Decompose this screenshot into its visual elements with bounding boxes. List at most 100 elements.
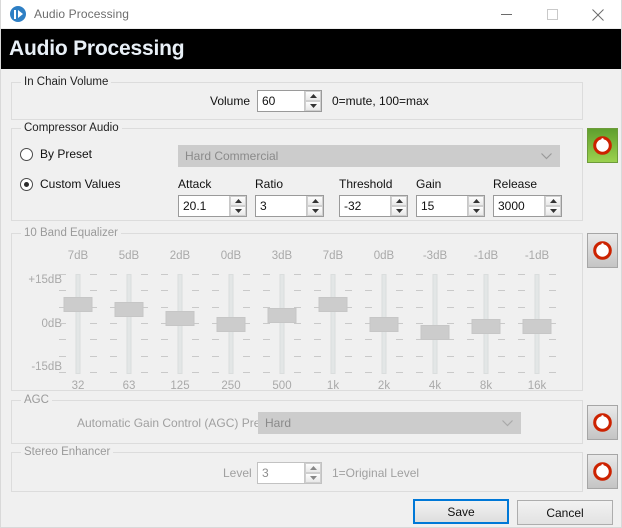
- cancel-button[interactable]: Cancel: [517, 500, 613, 525]
- equalizer-db-label-8k: -1dB: [473, 250, 499, 262]
- compressor-preset-value: Hard Commercial: [185, 149, 279, 163]
- volume-value[interactable]: 60: [258, 91, 304, 111]
- equalizer-slider-250[interactable]: [211, 274, 251, 374]
- equalizer-slider-thumb[interactable]: [216, 317, 246, 332]
- equalizer-slider-thumb[interactable]: [369, 317, 399, 332]
- by-preset-radio[interactable]: By Preset: [20, 147, 92, 161]
- equalizer-power-button[interactable]: [587, 233, 618, 268]
- equalizer-tick: [549, 372, 556, 373]
- close-icon[interactable]: [575, 0, 621, 29]
- volume-stepper[interactable]: 60: [257, 90, 322, 112]
- stereo-enhancer-power-button[interactable]: [587, 454, 618, 489]
- stereo-level-increment-icon[interactable]: [305, 463, 321, 473]
- equalizer-slider-63[interactable]: [109, 274, 149, 374]
- volume-increment-icon[interactable]: [305, 91, 321, 101]
- compressor-gain-value[interactable]: 15: [417, 196, 467, 216]
- equalizer-tick: [498, 274, 505, 275]
- equalizer-slider-thumb[interactable]: [267, 308, 297, 323]
- agc-power-button[interactable]: [587, 405, 618, 440]
- maximize-icon[interactable]: [529, 0, 575, 29]
- compressor-gain-stepper-arrows[interactable]: [467, 196, 484, 216]
- equalizer-tick: [212, 356, 219, 357]
- stereo-level-value[interactable]: 3: [258, 463, 304, 483]
- compressor-release-stepper[interactable]: 3000: [493, 195, 562, 217]
- compressor-attack-stepper-arrows[interactable]: [229, 196, 246, 216]
- compressor-preset-select[interactable]: Hard Commercial: [178, 145, 560, 167]
- equalizer-slider-thumb[interactable]: [165, 311, 195, 326]
- compressor-ratio-stepper-arrows[interactable]: [306, 196, 323, 216]
- equalizer-slider-2k[interactable]: [364, 274, 404, 374]
- equalizer-slider-track[interactable]: [279, 274, 285, 374]
- volume-stepper-arrows[interactable]: [304, 91, 321, 111]
- equalizer-freq-label-1k: 1k: [326, 380, 340, 392]
- equalizer-tick: [518, 339, 525, 340]
- compressor-gain-decrement-icon[interactable]: [468, 206, 484, 216]
- equalizer-slider-thumb[interactable]: [420, 325, 450, 340]
- minimize-icon[interactable]: [483, 0, 529, 29]
- equalizer-tick: [161, 356, 168, 357]
- compressor-release-decrement-icon[interactable]: [545, 206, 561, 216]
- compressor-release-value[interactable]: 3000: [494, 196, 544, 216]
- window-controls: [483, 0, 621, 29]
- compressor-ratio-increment-icon[interactable]: [307, 196, 323, 206]
- compressor-ratio-decrement-icon[interactable]: [307, 206, 323, 216]
- stereo-level-stepper[interactable]: 3: [257, 462, 322, 484]
- compressor-threshold-value[interactable]: -32: [340, 196, 390, 216]
- compressor-threshold-decrement-icon[interactable]: [391, 206, 407, 216]
- compressor-attack-value[interactable]: 20.1: [179, 196, 229, 216]
- equalizer-tick: [110, 274, 117, 275]
- equalizer-slider-thumb[interactable]: [471, 319, 501, 334]
- by-preset-radio-dot[interactable]: [20, 147, 33, 161]
- equalizer-slider-thumb[interactable]: [114, 302, 144, 317]
- equalizer-db-label-125: 2dB: [169, 250, 191, 262]
- equalizer-tick: [518, 274, 525, 275]
- equalizer-db-label-250: 0dB: [220, 250, 242, 262]
- equalizer-slider-track[interactable]: [432, 274, 438, 374]
- equalizer-tick: [498, 307, 505, 308]
- equalizer-slider-track[interactable]: [126, 274, 132, 374]
- compressor-ratio-stepper[interactable]: 3: [255, 195, 324, 217]
- save-button[interactable]: Save: [413, 499, 509, 524]
- compressor-gain-increment-icon[interactable]: [468, 196, 484, 206]
- compressor-attack-stepper[interactable]: 20.1: [178, 195, 247, 217]
- equalizer-slider-32[interactable]: [58, 274, 98, 374]
- compressor-ratio-value[interactable]: 3: [256, 196, 306, 216]
- compressor-attack-increment-icon[interactable]: [230, 196, 246, 206]
- compressor-release-increment-icon[interactable]: [545, 196, 561, 206]
- equalizer-slider-1k[interactable]: [313, 274, 353, 374]
- equalizer-slider-track[interactable]: [330, 274, 336, 374]
- compressor-power-button[interactable]: [587, 128, 618, 163]
- equalizer-slider-16k[interactable]: [517, 274, 557, 374]
- volume-decrement-icon[interactable]: [305, 101, 321, 111]
- compressor-release-stepper-arrows[interactable]: [544, 196, 561, 216]
- equalizer-slider-thumb[interactable]: [318, 297, 348, 312]
- equalizer-tick: [59, 356, 66, 357]
- equalizer-slider-track[interactable]: [75, 274, 81, 374]
- equalizer-tick: [447, 274, 454, 275]
- compressor-threshold-stepper[interactable]: -32: [339, 195, 408, 217]
- chevron-down-icon[interactable]: [502, 416, 513, 430]
- equalizer-tick: [192, 307, 199, 308]
- equalizer-tick: [467, 274, 474, 275]
- agc-preset-label: Automatic Gain Control (AGC) Preset: [77, 416, 277, 430]
- custom-values-radio[interactable]: Custom Values: [20, 177, 120, 191]
- equalizer-slider-8k[interactable]: [466, 274, 506, 374]
- agc-preset-select[interactable]: Hard: [258, 412, 521, 434]
- chevron-down-icon[interactable]: [541, 149, 552, 163]
- stereo-level-decrement-icon[interactable]: [305, 473, 321, 483]
- compressor-attack-decrement-icon[interactable]: [230, 206, 246, 216]
- equalizer-slider-4k[interactable]: [415, 274, 455, 374]
- equalizer-tick: [263, 323, 270, 324]
- equalizer-slider-500[interactable]: [262, 274, 302, 374]
- compressor-field-label-gain: Gain: [416, 177, 442, 191]
- equalizer-slider-thumb[interactable]: [522, 319, 552, 334]
- equalizer-slider-thumb[interactable]: [63, 297, 93, 312]
- compressor-threshold-stepper-arrows[interactable]: [390, 196, 407, 216]
- stereo-level-stepper-arrows[interactable]: [304, 463, 321, 483]
- compressor-threshold-increment-icon[interactable]: [391, 196, 407, 206]
- custom-values-radio-dot[interactable]: [20, 177, 33, 191]
- compressor-gain-stepper[interactable]: 15: [416, 195, 485, 217]
- equalizer-slider-125[interactable]: [160, 274, 200, 374]
- equalizer-db-label-500: 3dB: [271, 250, 293, 262]
- equalizer-tick: [416, 274, 423, 275]
